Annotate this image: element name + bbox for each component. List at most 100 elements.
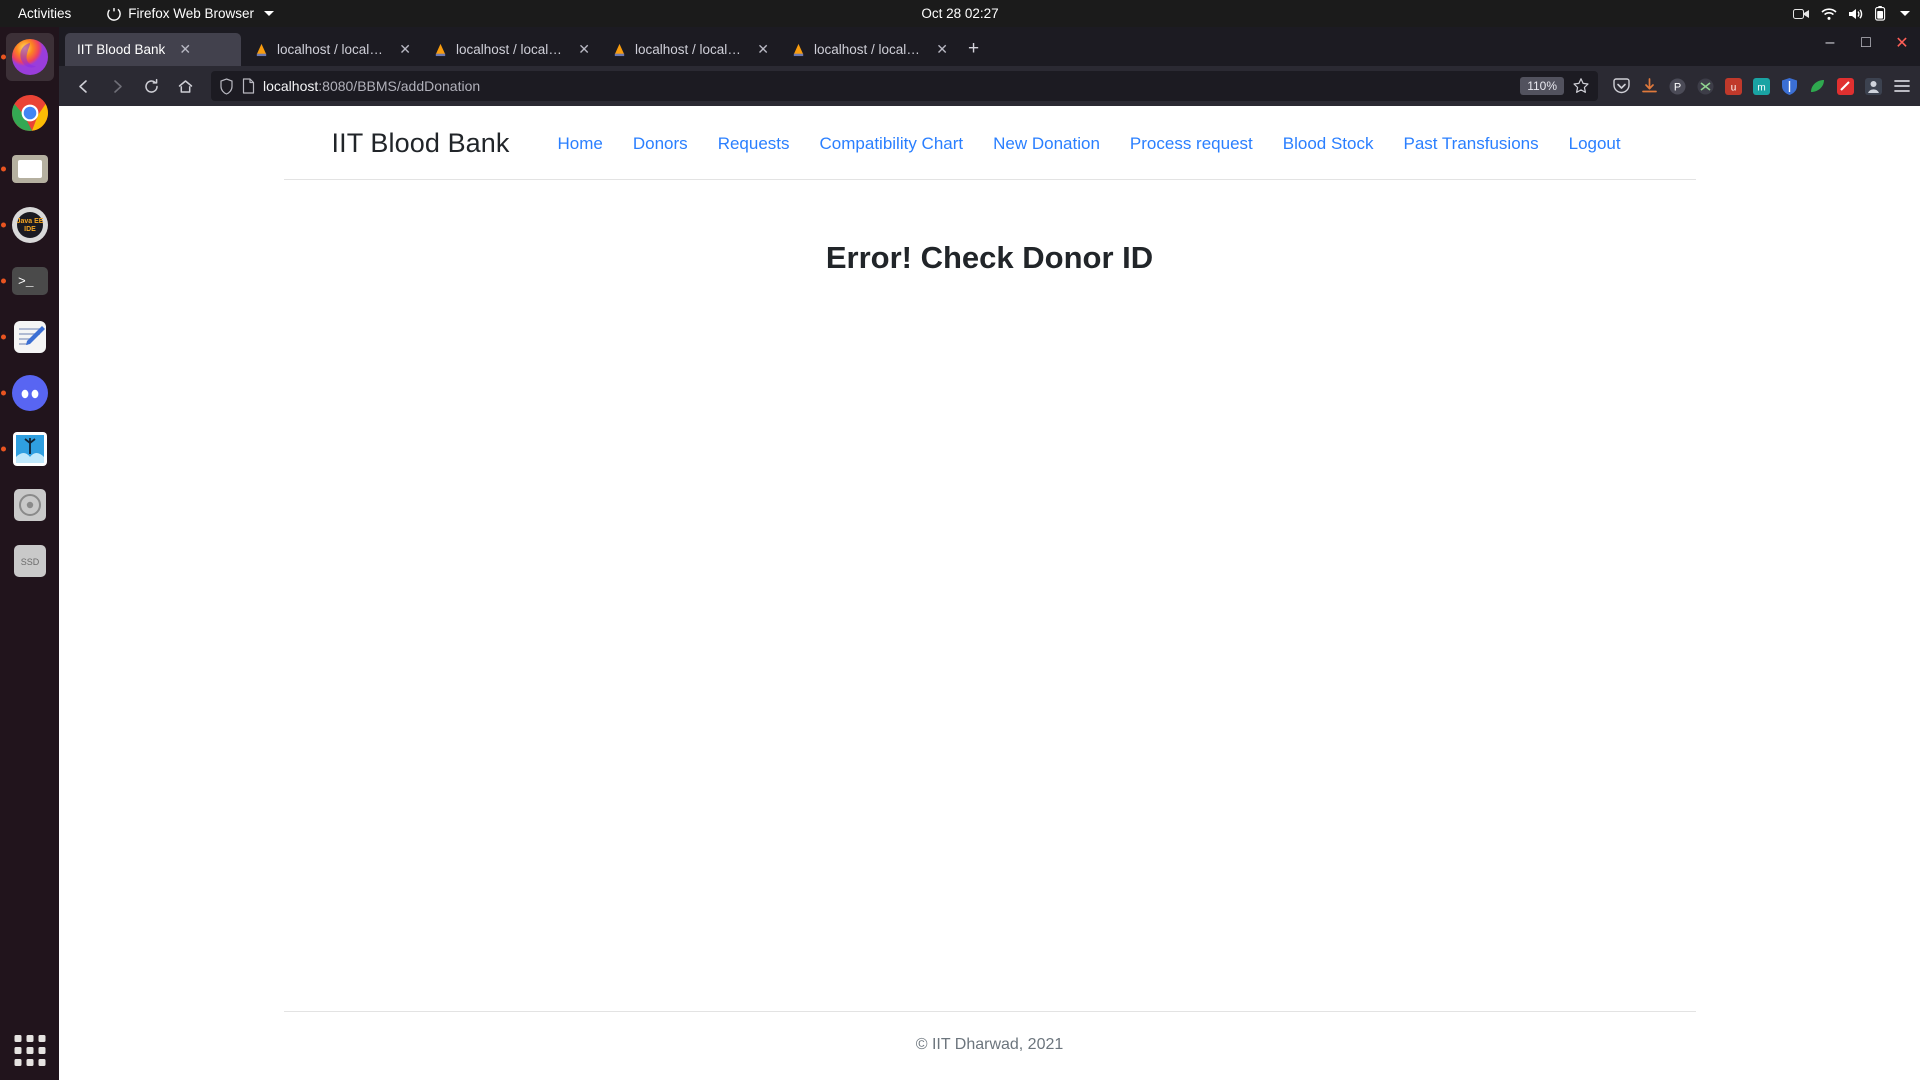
bookmark-star-icon[interactable] xyxy=(1572,77,1590,95)
shield-icon[interactable] xyxy=(219,77,234,95)
volume-icon[interactable] xyxy=(1848,7,1864,21)
phpmyadmin-icon xyxy=(614,43,625,57)
dock-item-text-editor[interactable] xyxy=(0,313,54,361)
dock-item-discord[interactable] xyxy=(0,369,54,417)
web-page-content: IIT Blood Bank Home Donors Requests Comp… xyxy=(59,106,1920,1080)
browser-toolbar: localhost:8080/BBMS/addDonation 110% P u… xyxy=(59,66,1920,106)
running-indicator-dot xyxy=(0,390,6,396)
account-icon[interactable] xyxy=(1864,77,1883,96)
close-tab-icon[interactable]: ✕ xyxy=(578,41,590,58)
extension-icon-red[interactable] xyxy=(1836,77,1855,96)
gnome-top-bar: Activities Firefox Web Browser Oct 28 02… xyxy=(0,0,1920,27)
nav-link-blood-stock[interactable]: Blood Stock xyxy=(1283,134,1374,154)
back-button[interactable] xyxy=(67,71,99,101)
files-folder-icon xyxy=(11,155,48,183)
battery-icon[interactable] xyxy=(1875,6,1886,21)
dock-item-terminal[interactable]: >_ xyxy=(0,257,54,305)
close-tab-icon[interactable]: ✕ xyxy=(936,41,948,58)
app-menu-firefox[interactable]: Firefox Web Browser xyxy=(107,6,275,21)
browser-tab[interactable]: localhost / localhost / blo ✕ xyxy=(779,33,957,66)
pocket-icon[interactable] xyxy=(1612,77,1631,96)
close-tab-icon[interactable]: ✕ xyxy=(757,41,769,58)
extension-icon-bitwarden[interactable] xyxy=(1780,77,1799,96)
close-tab-icon[interactable]: ✕ xyxy=(179,41,191,58)
extension-icon-leaf[interactable] xyxy=(1808,77,1827,96)
dock-item-chrome[interactable] xyxy=(6,89,54,137)
tab-title: localhost / localhost / blo xyxy=(635,42,743,57)
downloads-icon[interactable] xyxy=(1640,77,1659,96)
text-editor-icon xyxy=(13,321,46,353)
dock-item-firefox[interactable] xyxy=(0,33,54,81)
tab-title: localhost / localhost / blo xyxy=(814,42,922,57)
window-controls: – □ ✕ xyxy=(1820,33,1912,53)
tab-title: IIT Blood Bank xyxy=(77,42,166,57)
close-tab-icon[interactable]: ✕ xyxy=(399,41,411,58)
zoom-level-indicator[interactable]: 110% xyxy=(1520,77,1564,95)
minimize-button[interactable]: – xyxy=(1820,33,1840,53)
nav-link-home[interactable]: Home xyxy=(558,134,603,154)
nav-link-donors[interactable]: Donors xyxy=(633,134,688,154)
running-indicator-dot xyxy=(0,446,6,452)
svg-text:m: m xyxy=(1757,82,1765,93)
site-footer: © IIT Dharwad, 2021 xyxy=(283,1011,1696,1054)
running-indicator-dot xyxy=(0,54,6,60)
nav-link-process-request[interactable]: Process request xyxy=(1130,134,1253,154)
ssd-drive-icon: SSD xyxy=(13,545,46,577)
activities-button[interactable]: Activities xyxy=(10,3,79,24)
dock-item-xnview[interactable] xyxy=(0,425,54,473)
screencast-icon[interactable] xyxy=(1793,7,1810,21)
svg-text:Java EE: Java EE xyxy=(16,218,43,225)
wifi-icon[interactable] xyxy=(1821,7,1837,21)
extensions-toolbar: P u m xyxy=(1608,76,1912,96)
running-indicator-dot xyxy=(0,222,6,228)
address-bar[interactable]: localhost:8080/BBMS/addDonation 110% xyxy=(211,71,1598,101)
site-navbar: IIT Blood Bank Home Donors Requests Comp… xyxy=(283,106,1696,180)
browser-tab[interactable]: localhost / localhost / blo ✕ xyxy=(421,33,599,66)
browser-tab[interactable]: localhost / localhost / blo ✕ xyxy=(600,33,778,66)
chevron-down-icon xyxy=(264,11,275,16)
tab-strip: IIT Blood Bank ✕ localhost / localhost /… xyxy=(59,27,1920,66)
dock-item-files[interactable] xyxy=(0,145,54,193)
browser-tab[interactable]: localhost / localhost / blo ✕ xyxy=(242,33,420,66)
system-menu-chevron-icon[interactable] xyxy=(1900,11,1910,16)
extension-icon-p[interactable]: P xyxy=(1668,76,1687,96)
home-button[interactable] xyxy=(169,71,201,101)
dock-item-ssd-drive[interactable]: SSD xyxy=(6,537,54,585)
app-menu-label: Firefox Web Browser xyxy=(128,6,255,21)
running-indicator-dot xyxy=(0,278,6,284)
phpmyadmin-icon xyxy=(256,43,267,57)
forward-button[interactable] xyxy=(101,71,133,101)
system-tray xyxy=(1793,6,1910,21)
extension-icon-honey[interactable] xyxy=(1696,77,1715,96)
extension-icon-u[interactable]: u xyxy=(1724,77,1743,96)
svg-text:SSD: SSD xyxy=(20,557,39,567)
nav-link-new-donation[interactable]: New Donation xyxy=(993,134,1100,154)
firefox-window: IIT Blood Bank ✕ localhost / localhost /… xyxy=(59,27,1920,1080)
show-applications-button[interactable] xyxy=(14,1035,45,1066)
new-tab-button[interactable]: + xyxy=(958,38,989,66)
nav-link-past-transfusions[interactable]: Past Transfusions xyxy=(1403,134,1538,154)
site-brand[interactable]: IIT Blood Bank xyxy=(332,128,510,159)
extension-icon-m[interactable]: m xyxy=(1752,77,1771,96)
firefox-icon xyxy=(11,39,48,75)
running-indicator-dot xyxy=(0,334,6,340)
url-text[interactable]: localhost:8080/BBMS/addDonation xyxy=(263,78,1512,94)
tab-title: localhost / localhost / blo xyxy=(456,42,564,57)
nav-link-compatibility-chart[interactable]: Compatibility Chart xyxy=(820,134,964,154)
nav-link-logout[interactable]: Logout xyxy=(1569,134,1621,154)
close-window-button[interactable]: ✕ xyxy=(1892,33,1912,53)
maximize-button[interactable]: □ xyxy=(1856,33,1876,53)
dock-item-disk-utility[interactable] xyxy=(6,481,54,529)
page-title: Error! Check Donor ID xyxy=(825,240,1154,275)
page-info-icon[interactable] xyxy=(242,78,255,94)
svg-text:u: u xyxy=(1731,82,1737,93)
dock-item-java-ee-ide[interactable]: Java EE IDE xyxy=(0,201,54,249)
browser-tab[interactable]: IIT Blood Bank ✕ xyxy=(65,33,241,66)
tab-title: localhost / localhost / blo xyxy=(277,42,385,57)
clock[interactable]: Oct 28 02:27 xyxy=(921,6,998,21)
hamburger-menu-icon[interactable] xyxy=(1892,77,1912,95)
reload-button[interactable] xyxy=(135,71,167,101)
firefox-icon xyxy=(107,6,122,21)
nav-link-requests[interactable]: Requests xyxy=(718,134,790,154)
